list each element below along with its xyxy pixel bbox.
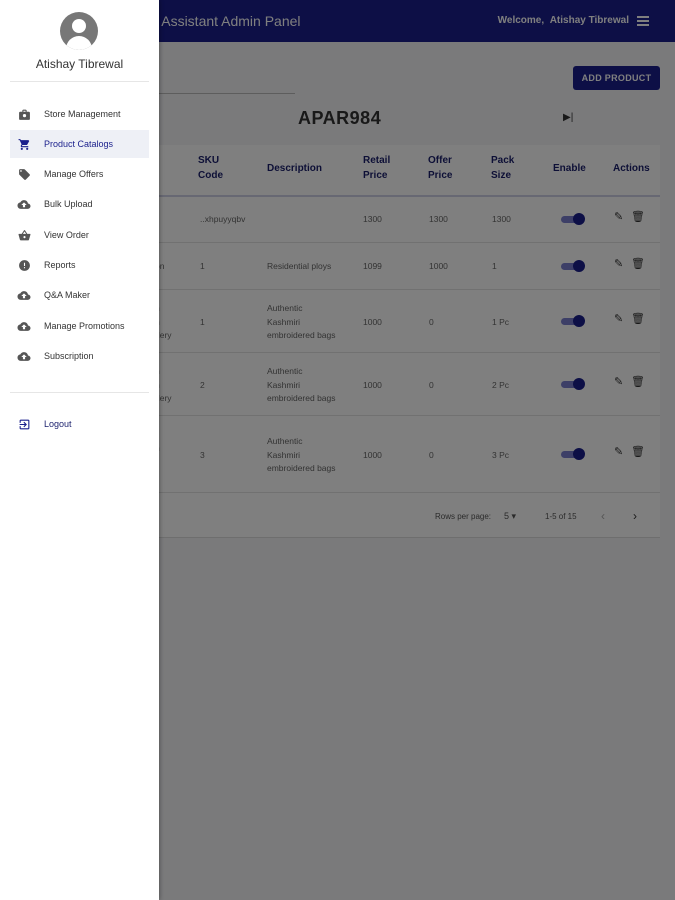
nav-item-store-management[interactable]: Store Management: [10, 100, 149, 128]
alert-circle-icon: [17, 258, 31, 272]
nav-item-manage-offers[interactable]: Manage Offers: [10, 160, 149, 188]
logout-label: Logout: [44, 419, 72, 429]
drawer-user-name: Atishay Tibrewal: [35, 57, 124, 71]
logout-button[interactable]: Logout: [10, 410, 149, 438]
nav-item-label: Bulk Upload: [44, 199, 93, 209]
avatar: [60, 12, 98, 50]
basket-icon: [17, 228, 31, 242]
nav-item-label: Manage Promotions: [44, 321, 125, 331]
nav-item-product-catalogs[interactable]: Product Catalogs: [10, 130, 149, 158]
nav-item-label: Subscription: [44, 351, 94, 361]
drawer-divider: [10, 392, 149, 393]
tag-icon: [17, 167, 31, 181]
nav-item-bulk-upload[interactable]: Bulk Upload: [10, 190, 149, 218]
nav-item-label: Manage Offers: [44, 169, 104, 179]
nav-item-label: View Order: [44, 230, 89, 240]
cloud-upload-icon: [17, 319, 31, 333]
store-icon: [17, 107, 31, 121]
drawer-divider: [10, 81, 149, 82]
cloud-upload-icon: [17, 288, 31, 302]
cloud-upload-icon: [17, 197, 31, 211]
nav-item-label: Store Management: [44, 109, 121, 119]
nav-item-label: Q&A Maker: [44, 290, 91, 300]
nav-item-manage-promotions[interactable]: Manage Promotions: [10, 312, 149, 340]
cloud-upload-icon: [17, 349, 31, 363]
logout-icon: [17, 417, 31, 431]
nav-item-reports[interactable]: Reports: [10, 251, 149, 279]
nav-drawer: Atishay Tibrewal Store Management Produc…: [0, 0, 159, 900]
nav-item-view-order[interactable]: View Order: [10, 221, 149, 249]
nav-item-qa-maker[interactable]: Q&A Maker: [10, 281, 149, 309]
nav-item-subscription[interactable]: Subscription: [10, 342, 149, 370]
nav-item-label: Product Catalogs: [44, 139, 114, 149]
cart-icon: [17, 137, 31, 151]
nav-item-label: Reports: [44, 260, 76, 270]
